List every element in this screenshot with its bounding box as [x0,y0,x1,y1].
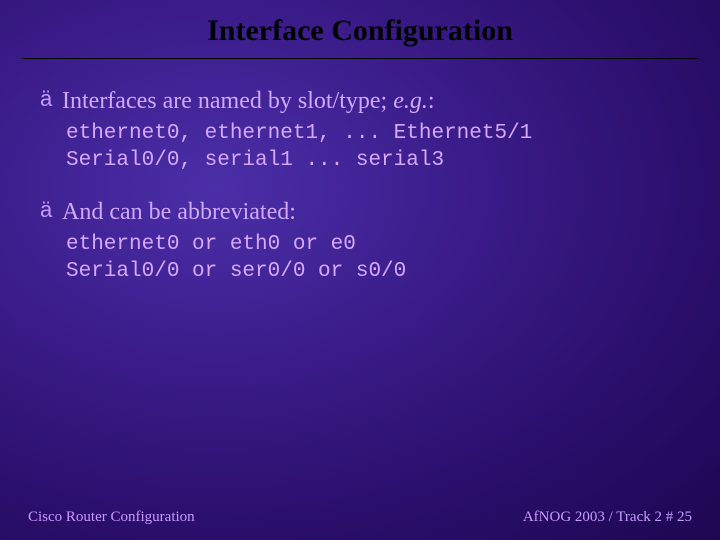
bullet-lead: Interfaces are named by slot/type; e.g.: [62,88,435,114]
slide: Interface Configuration ä Interfaces are… [0,0,720,540]
lead-italic: e.g. [393,88,428,114]
bullet-item: ä And can be abbreviated: [40,198,680,227]
footer-right: AfNOG 2003 / Track 2 # 25 [523,509,692,526]
slide-title: Interface Configuration [0,0,720,58]
lead-tail: : [428,88,435,114]
footer-left: Cisco Router Configuration [28,509,195,526]
code-block: ethernet0 or eth0 or e0 Serial0/0 or ser… [40,231,680,286]
code-block: ethernet0, ethernet1, ... Ethernet5/1 Se… [40,120,680,175]
lead-text: Interfaces are named by slot/type; [62,88,393,114]
arrow-icon: ä [40,198,52,222]
bullet-lead: And can be abbreviated: [62,199,296,225]
footer: Cisco Router Configuration AfNOG 2003 / … [28,509,692,526]
bullet-item: ä Interfaces are named by slot/type; e.g… [40,87,680,116]
arrow-icon: ä [40,87,52,111]
lead-text: And can be abbreviated: [62,199,296,225]
slide-content: ä Interfaces are named by slot/type; e.g… [0,59,720,286]
